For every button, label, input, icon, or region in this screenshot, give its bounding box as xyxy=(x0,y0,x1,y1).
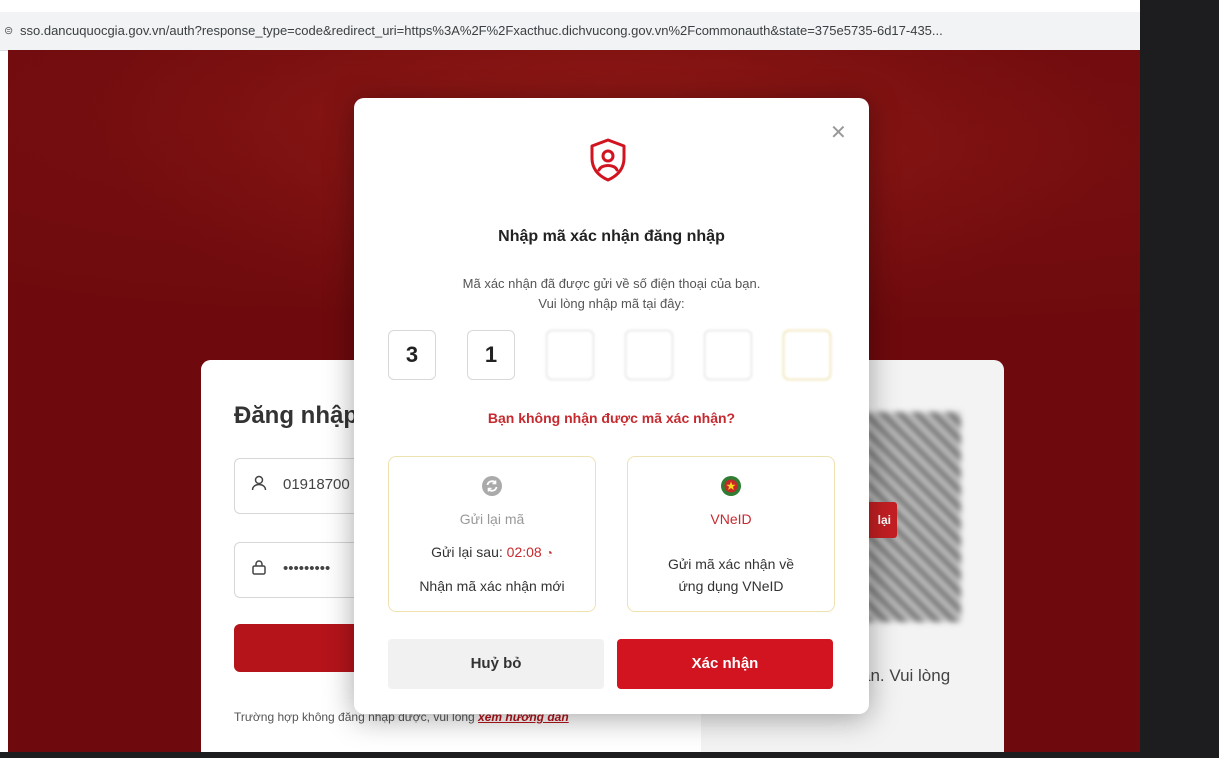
otp-digit-3[interactable] xyxy=(546,330,594,380)
lock-icon xyxy=(251,559,267,580)
resend-title: Gửi lại mã xyxy=(459,511,525,527)
no-code-received-link[interactable]: Bạn không nhận được mã xác nhận? xyxy=(354,410,869,426)
dark-edge-bottom xyxy=(0,752,1140,758)
confirm-button[interactable]: Xác nhận xyxy=(617,639,833,689)
resend-countdown: Gửi lại sau: 02:08 ◔ xyxy=(389,541,595,564)
modal-description: Mã xác nhận đã được gửi về số điện thoại… xyxy=(354,274,869,314)
police-emblem-icon xyxy=(628,475,834,502)
close-icon[interactable]: ✕ xyxy=(830,120,847,145)
login-title: Đăng nhập xyxy=(234,402,358,429)
refresh-icon xyxy=(389,475,595,502)
resend-description: Nhận mã xác nhận mới xyxy=(419,578,565,594)
address-bar[interactable]: ⊜ sso.dancuquocgia.gov.vn/auth?response_… xyxy=(0,12,1140,51)
cancel-button[interactable]: Huỷ bỏ xyxy=(388,639,604,689)
username-value: 01918700 xyxy=(283,476,350,493)
dark-edge-right xyxy=(1140,0,1219,758)
modal-title: Nhập mã xác nhận đăng nhập xyxy=(498,228,725,245)
otp-modal: ✕ Nhập mã xác nhận đăng nhập Mã xác nhận… xyxy=(354,98,869,714)
shield-user-icon xyxy=(584,136,632,184)
url-text[interactable]: sso.dancuquocgia.gov.vn/auth?response_ty… xyxy=(20,23,943,38)
otp-digit-5[interactable] xyxy=(704,330,752,380)
clock-icon: ◔ xyxy=(545,546,553,560)
qr-instruction-text: an. Vui lòng i xyxy=(861,664,950,712)
page-info-icon[interactable]: ⊜ xyxy=(4,25,14,37)
user-icon xyxy=(251,475,267,496)
otp-input-row: 3 1 xyxy=(388,330,868,382)
otp-digit-2[interactable]: 1 xyxy=(467,330,515,380)
modal-desc-line2: Vui lòng nhập mã tại đây: xyxy=(538,296,685,311)
vneid-line1: Gửi mã xác nhận về xyxy=(667,556,795,572)
password-value: ••••••••• xyxy=(283,560,331,577)
countdown-label: Gửi lại sau: xyxy=(431,544,507,560)
resend-code-option[interactable]: Gửi lại mã Gửi lại sau: 02:08 ◔ Nhận mã … xyxy=(388,456,596,612)
vneid-line2: ứng dụng VNeID xyxy=(678,578,784,594)
vneid-option[interactable]: VNeID Gửi mã xác nhận về ứng dụng VNeID xyxy=(627,456,835,612)
qr-text-line1: an. Vui lòng xyxy=(861,666,951,685)
otp-digit-1[interactable]: 3 xyxy=(388,330,436,380)
top-caption-strip xyxy=(0,0,1219,12)
otp-digit-4[interactable] xyxy=(625,330,673,380)
qr-text-line2: i xyxy=(861,688,950,712)
otp-digit-6[interactable] xyxy=(783,330,831,380)
modal-desc-line1: Mã xác nhận đã được gửi về số điện thoại… xyxy=(462,276,761,291)
countdown-value: 02:08 xyxy=(506,544,542,560)
vneid-title: VNeID xyxy=(710,511,752,527)
